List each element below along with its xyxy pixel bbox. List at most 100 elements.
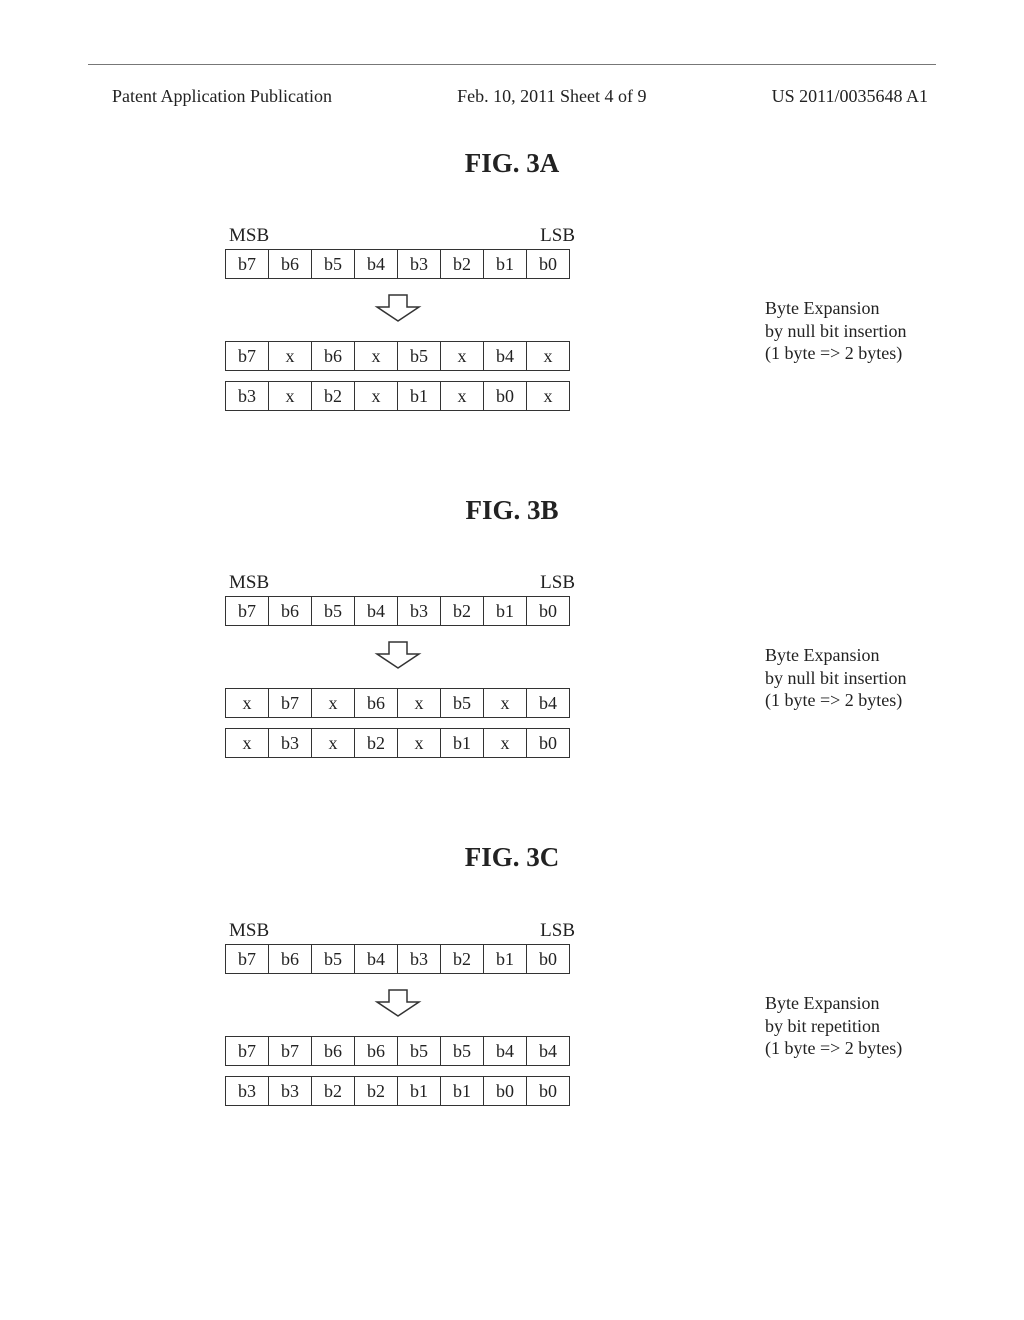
bit-cell: b2	[441, 945, 484, 973]
bit-cell: b2	[355, 1077, 398, 1105]
bit-cell: b7	[226, 597, 269, 625]
bit-cell: b6	[269, 945, 312, 973]
bit-cell: b1	[484, 597, 527, 625]
bit-cell: x	[398, 729, 441, 757]
figure-title-3a: FIG. 3A	[0, 148, 1024, 179]
bit-cell: b6	[312, 1037, 355, 1065]
bit-cell: b6	[312, 342, 355, 370]
arrow-down-icon	[371, 293, 425, 323]
bit-cell: b3	[226, 382, 269, 410]
bit-cell: b0	[484, 382, 527, 410]
bit-cell: x	[312, 729, 355, 757]
caption-line: Byte Expansion	[765, 644, 965, 667]
bit-cell: x	[398, 689, 441, 717]
bit-cell: b2	[312, 382, 355, 410]
bit-cell: b0	[527, 597, 570, 625]
bit-cell: b3	[226, 1077, 269, 1105]
caption-3b: Byte Expansion by null bit insertion (1 …	[765, 644, 965, 712]
caption-line: by null bit insertion	[765, 320, 965, 343]
msb-label: MSB	[229, 572, 269, 594]
output-byte-row-1: x b7 x b6 x b5 x b4	[225, 688, 570, 718]
bit-cell: b5	[312, 597, 355, 625]
bit-cell: x	[484, 729, 527, 757]
bit-cell: x	[312, 689, 355, 717]
bit-cell: b0	[527, 729, 570, 757]
bit-cell: b1	[484, 250, 527, 278]
output-byte-row-2: b3 x b2 x b1 x b0 x	[225, 381, 570, 411]
figure-block-3b: MSB LSB b7 b6 b5 b4 b3 b2 b1 b0 x b7 x b…	[225, 572, 785, 758]
bit-cell: b3	[398, 597, 441, 625]
output-byte-row-1: b7 b7 b6 b6 b5 b5 b4 b4	[225, 1036, 570, 1066]
caption-line: by null bit insertion	[765, 667, 965, 690]
lsb-label: LSB	[540, 920, 575, 942]
caption-line: Byte Expansion	[765, 992, 965, 1015]
caption-line: by bit repetition	[765, 1015, 965, 1038]
caption-line: (1 byte => 2 bytes)	[765, 342, 965, 365]
figure-title-3c: FIG. 3C	[0, 842, 1024, 873]
bit-cell: b1	[398, 382, 441, 410]
bit-cell: b6	[269, 597, 312, 625]
output-byte-row-1: b7 x b6 x b5 x b4 x	[225, 341, 570, 371]
bit-cell: b4	[355, 250, 398, 278]
bit-cell: x	[441, 342, 484, 370]
bit-cell: b3	[398, 250, 441, 278]
bit-cell: b7	[269, 689, 312, 717]
bit-cell: b5	[312, 945, 355, 973]
bit-cell: b6	[269, 250, 312, 278]
bit-cell: b2	[441, 597, 484, 625]
bit-cell: b4	[355, 945, 398, 973]
caption-line: Byte Expansion	[765, 297, 965, 320]
bit-cell: b1	[484, 945, 527, 973]
bit-cell: b7	[226, 250, 269, 278]
figure-block-3c: MSB LSB b7 b6 b5 b4 b3 b2 b1 b0 b7 b7 b6…	[225, 920, 785, 1106]
bit-cell: b7	[226, 945, 269, 973]
bit-cell: b5	[398, 1037, 441, 1065]
bit-cell: b0	[527, 250, 570, 278]
input-byte-row: b7 b6 b5 b4 b3 b2 b1 b0	[225, 249, 570, 279]
bit-cell: b0	[527, 1077, 570, 1105]
bit-cell: b6	[355, 1037, 398, 1065]
bit-cell: b1	[441, 729, 484, 757]
bit-cell: b3	[269, 1077, 312, 1105]
bit-cell: x	[527, 342, 570, 370]
bit-cell: b5	[398, 342, 441, 370]
bit-cell: b4	[527, 689, 570, 717]
input-byte-row: b7 b6 b5 b4 b3 b2 b1 b0	[225, 596, 570, 626]
bit-cell: b2	[441, 250, 484, 278]
bit-cell: b2	[312, 1077, 355, 1105]
bit-cell: b4	[484, 1037, 527, 1065]
bit-cell: x	[269, 382, 312, 410]
bit-cell: b2	[355, 729, 398, 757]
bit-cell: x	[527, 382, 570, 410]
output-byte-row-2: x b3 x b2 x b1 x b0	[225, 728, 570, 758]
arrow-down-icon	[371, 640, 425, 670]
publication-label: Patent Application Publication	[112, 86, 332, 107]
bit-cell: b5	[441, 689, 484, 717]
msb-label: MSB	[229, 920, 269, 942]
msb-label: MSB	[229, 225, 269, 247]
bit-cell: b7	[269, 1037, 312, 1065]
bit-cell: b0	[527, 945, 570, 973]
bit-cell: b7	[226, 342, 269, 370]
bit-cell: x	[484, 689, 527, 717]
lsb-label: LSB	[540, 572, 575, 594]
input-byte-row: b7 b6 b5 b4 b3 b2 b1 b0	[225, 944, 570, 974]
bit-cell: b7	[226, 1037, 269, 1065]
bit-cell: x	[441, 382, 484, 410]
bit-cell: x	[355, 382, 398, 410]
figure-block-3a: MSB LSB b7 b6 b5 b4 b3 b2 b1 b0 b7 x b6 …	[225, 225, 785, 411]
bit-cell: x	[226, 729, 269, 757]
bit-cell: b5	[441, 1037, 484, 1065]
sheet-label: Feb. 10, 2011 Sheet 4 of 9	[457, 86, 646, 107]
bit-cell: b4	[484, 342, 527, 370]
bit-cell: b3	[269, 729, 312, 757]
caption-3c: Byte Expansion by bit repetition (1 byte…	[765, 992, 965, 1060]
bit-cell: x	[355, 342, 398, 370]
bit-cell: b6	[355, 689, 398, 717]
caption-line: (1 byte => 2 bytes)	[765, 689, 965, 712]
bit-cell: b1	[398, 1077, 441, 1105]
caption-line: (1 byte => 2 bytes)	[765, 1037, 965, 1060]
caption-3a: Byte Expansion by null bit insertion (1 …	[765, 297, 965, 365]
bit-cell: b5	[312, 250, 355, 278]
lsb-label: LSB	[540, 225, 575, 247]
